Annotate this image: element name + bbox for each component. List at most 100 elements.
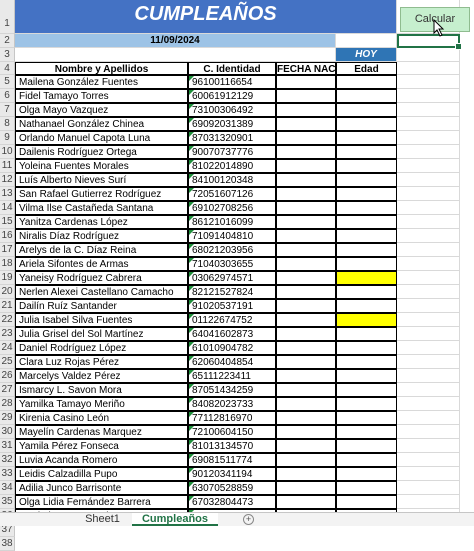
row-header[interactable]: 20 xyxy=(0,285,15,299)
empty-cell[interactable] xyxy=(397,355,460,369)
birth-date-cell[interactable] xyxy=(276,75,336,89)
row-header[interactable]: 24 xyxy=(0,341,15,355)
id-cell[interactable]: 96100116654 xyxy=(188,75,276,89)
age-cell[interactable] xyxy=(336,285,397,299)
birth-date-cell[interactable] xyxy=(276,383,336,397)
name-cell[interactable]: Nerlen Alexei Castellano Camacho xyxy=(15,285,188,299)
age-cell[interactable] xyxy=(336,495,397,509)
age-cell[interactable] xyxy=(336,383,397,397)
empty-cell[interactable] xyxy=(397,369,460,383)
hoy-cell[interactable]: HOY xyxy=(336,48,397,62)
row-header[interactable]: 10 xyxy=(0,145,15,159)
id-cell[interactable]: 86121016099 xyxy=(188,215,276,229)
age-cell[interactable] xyxy=(336,397,397,411)
age-cell[interactable] xyxy=(336,215,397,229)
row-header[interactable]: 25 xyxy=(0,355,15,369)
name-cell[interactable]: Arelys de la C. Díaz Reina xyxy=(15,243,188,257)
age-cell[interactable] xyxy=(336,75,397,89)
name-cell[interactable]: Orlando Manuel Capota Luna xyxy=(15,131,188,145)
name-cell[interactable]: Yaneisy Rodríguez Cabrera xyxy=(15,271,188,285)
birth-date-cell[interactable] xyxy=(276,495,336,509)
column-header[interactable]: Edad xyxy=(336,62,397,75)
tab-sheet1[interactable]: Sheet1 xyxy=(75,513,130,526)
empty-cell[interactable] xyxy=(397,341,460,355)
birth-date-cell[interactable] xyxy=(276,439,336,453)
id-cell[interactable]: 69102708256 xyxy=(188,201,276,215)
birth-date-cell[interactable] xyxy=(276,299,336,313)
empty-cell[interactable] xyxy=(397,145,460,159)
empty-cell[interactable] xyxy=(397,271,460,285)
id-cell[interactable]: 69081511774 xyxy=(188,453,276,467)
id-cell[interactable]: 84100120348 xyxy=(188,173,276,187)
name-cell[interactable]: Julia Isabel Silva Fuentes xyxy=(15,313,188,327)
row-header[interactable]: 33 xyxy=(0,467,15,481)
row-header[interactable]: 21 xyxy=(0,299,15,313)
spreadsheet-grid[interactable]: 1 2 3 4 5 6 7 8 9 10 11 12 13 14 15 16 17 18 19 20 21 22 23 24 2… xyxy=(0,0,474,551)
row-header[interactable]: 19 xyxy=(0,271,15,285)
id-cell[interactable]: 65111223411 xyxy=(188,369,276,383)
id-cell[interactable]: 60061912129 xyxy=(188,89,276,103)
birth-date-cell[interactable] xyxy=(276,327,336,341)
name-cell[interactable]: Marcelys Valdez Pérez xyxy=(15,369,188,383)
column-header[interactable]: Nombre y Apellidos xyxy=(15,62,188,75)
id-cell[interactable]: 81013134570 xyxy=(188,439,276,453)
empty-cell[interactable] xyxy=(397,89,460,103)
id-cell[interactable]: 84082023733 xyxy=(188,397,276,411)
row-header[interactable]: 29 xyxy=(0,411,15,425)
sheet-title[interactable]: CUMPLEAÑOS xyxy=(15,0,397,34)
age-cell[interactable] xyxy=(336,341,397,355)
id-cell[interactable]: 72100604150 xyxy=(188,425,276,439)
age-cell[interactable] xyxy=(336,89,397,103)
age-cell[interactable] xyxy=(336,131,397,145)
birth-date-cell[interactable] xyxy=(276,481,336,495)
empty-cell[interactable] xyxy=(397,103,460,117)
birth-date-cell[interactable] xyxy=(276,103,336,117)
name-cell[interactable]: Adilia Junco Barrisonte xyxy=(15,481,188,495)
birth-date-cell[interactable] xyxy=(276,453,336,467)
id-cell[interactable]: 62060404854 xyxy=(188,355,276,369)
age-cell[interactable] xyxy=(336,103,397,117)
row-header[interactable]: 30 xyxy=(0,425,15,439)
birth-date-cell[interactable] xyxy=(276,257,336,271)
name-cell[interactable]: Leidis Calzadilla Pupo xyxy=(15,467,188,481)
age-cell[interactable] xyxy=(336,481,397,495)
name-cell[interactable]: Niralis Díaz Rodríguez xyxy=(15,229,188,243)
empty-cell[interactable] xyxy=(397,201,460,215)
age-cell[interactable] xyxy=(336,173,397,187)
age-cell[interactable] xyxy=(336,327,397,341)
row-header[interactable]: 2 xyxy=(0,34,15,48)
age-cell[interactable] xyxy=(336,439,397,453)
row-header[interactable]: 31 xyxy=(0,439,15,453)
row-header[interactable]: 6 xyxy=(0,89,15,103)
birth-date-cell[interactable] xyxy=(276,117,336,131)
id-cell[interactable]: 64041602873 xyxy=(188,327,276,341)
name-cell[interactable]: Luvia Acanda Romero xyxy=(15,453,188,467)
empty-cell[interactable] xyxy=(397,495,460,509)
empty-cell[interactable] xyxy=(397,229,460,243)
id-cell[interactable]: 68021203956 xyxy=(188,243,276,257)
name-cell[interactable]: Olga Lidia Fernández Barrera xyxy=(15,495,188,509)
name-cell[interactable]: Ismarcy L. Savon Mora xyxy=(15,383,188,397)
id-cell[interactable]: 90070737776 xyxy=(188,145,276,159)
age-cell[interactable] xyxy=(336,299,397,313)
age-cell[interactable] xyxy=(336,117,397,131)
age-cell[interactable] xyxy=(336,159,397,173)
birth-date-cell[interactable] xyxy=(276,229,336,243)
row-header[interactable]: 8 xyxy=(0,117,15,131)
id-cell[interactable]: 71091404810 xyxy=(188,229,276,243)
fill-handle[interactable] xyxy=(455,43,462,50)
row-header[interactable]: 3 xyxy=(0,48,15,62)
row-header[interactable]: 4 xyxy=(0,62,15,75)
name-cell[interactable]: Kirenia Casino León xyxy=(15,411,188,425)
empty-cell[interactable] xyxy=(397,243,460,257)
row-header[interactable]: 5 xyxy=(0,75,15,89)
name-cell[interactable]: Yamila Pérez Fonseca xyxy=(15,439,188,453)
row-header[interactable]: 16 xyxy=(0,229,15,243)
age-cell[interactable] xyxy=(336,425,397,439)
id-cell[interactable]: 90120341194 xyxy=(188,467,276,481)
empty-cell[interactable] xyxy=(397,131,460,145)
id-cell[interactable]: 61010904782 xyxy=(188,341,276,355)
row-header[interactable]: 18 xyxy=(0,257,15,271)
id-cell[interactable]: 67032804473 xyxy=(188,495,276,509)
empty-cell[interactable] xyxy=(397,117,460,131)
